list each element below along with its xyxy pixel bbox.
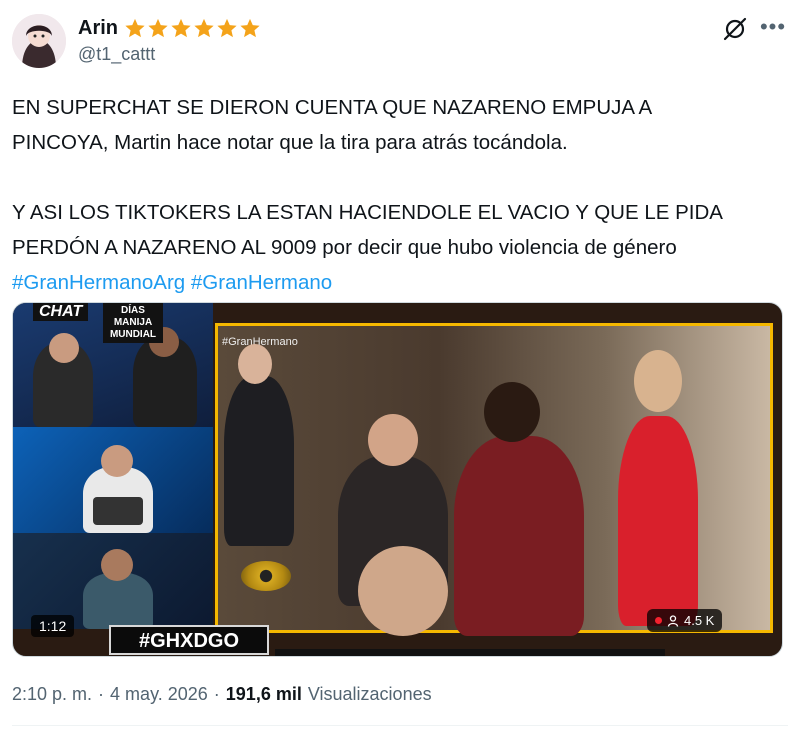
tweet-line: EN SUPERCHAT SE DIERON CUENTA QUE NAZARE… [12, 96, 653, 119]
video-duration: 1:12 [31, 615, 75, 637]
live-viewers: 4.5 K [647, 609, 723, 632]
avatar[interactable] [12, 14, 66, 68]
tweet-line: PINCOYA, Martin hace notar que la tira p… [12, 131, 568, 154]
divider [12, 725, 788, 726]
hashtag-link[interactable]: #GranHermano [191, 271, 332, 294]
video-banner: #GHXDGO [109, 625, 269, 655]
live-dot [655, 617, 662, 624]
tweet-line: Y ASI LOS TIKTOKERS LA ESTAN HACIENDOLE … [12, 201, 723, 224]
badge-stars [124, 17, 261, 39]
viewer-count: 4.5 K [684, 613, 715, 628]
views-label: Visualizaciones [307, 684, 432, 704]
video-panel-guest [13, 427, 213, 533]
hashtag-line: #GranHermanoArg #GranHermano [12, 265, 788, 300]
avatar-image [12, 14, 66, 68]
grok-icon[interactable] [722, 16, 748, 42]
video-panel-house: #GranHermano [215, 323, 773, 636]
meta-separator: · [213, 684, 220, 704]
author-name[interactable]: Arin [78, 17, 118, 40]
tweet-date[interactable]: 4 may. 2026 [110, 684, 208, 705]
tweet-text: EN SUPERCHAT SE DIERON CUENTA QUE NAZARE… [12, 90, 788, 300]
star-icon [171, 18, 191, 38]
hashtag-link[interactable]: #GranHermanoArg [12, 271, 185, 294]
views-count: 191,6 mil [225, 684, 302, 704]
more-icon[interactable]: ••• [758, 14, 788, 42]
chat-label: CHAT [33, 303, 89, 321]
star-icon [240, 18, 260, 38]
author-row: Arin [78, 14, 261, 42]
dias-label: DÍAS MANIJA MUNDIAL [103, 303, 163, 343]
author-handle[interactable]: @t1_cattt [78, 44, 155, 65]
tweet-line: PERDÓN A NAZARENO AL 9009 por decir que … [12, 236, 677, 259]
tweet-meta: 2:10 p. m. · 4 may. 2026 · 191,6 mil Vis… [12, 684, 432, 705]
person-icon [667, 614, 679, 627]
star-icon [125, 18, 145, 38]
video-player[interactable]: CHAT DÍAS MANIJA MUNDIAL #GranHermano 1:… [12, 302, 783, 657]
tweet-time[interactable]: 2:10 p. m. [12, 684, 92, 705]
star-icon [194, 18, 214, 38]
star-icon [148, 18, 168, 38]
gh-eye-logo [241, 561, 291, 591]
video-lower-strip [275, 649, 665, 656]
meta-separator: · [98, 684, 105, 704]
star-icon [217, 18, 237, 38]
